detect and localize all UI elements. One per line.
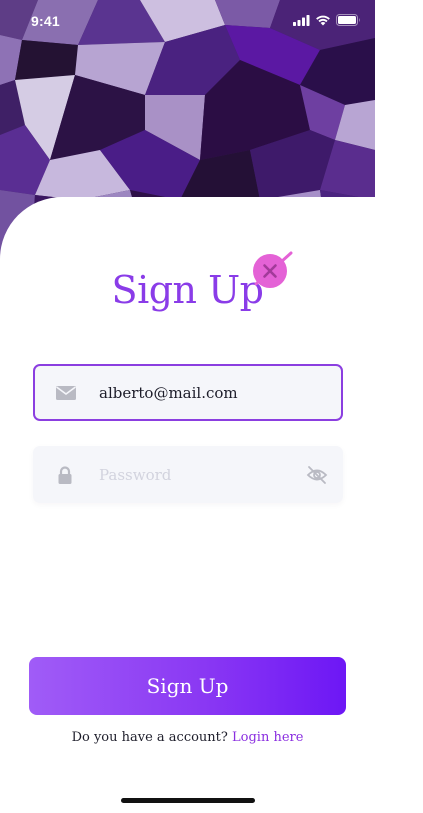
email-field[interactable] [33,364,343,421]
status-icons [293,14,361,26]
battery-icon [336,14,360,26]
password-field[interactable] [33,446,343,503]
lock-icon [58,465,72,484]
password-input[interactable] [99,447,289,502]
mail-icon [56,385,76,400]
close-icon [253,251,293,288]
status-bar: 9:41 [0,0,375,44]
sign-up-screen: 9:41 Sign Up alberto@mail.com Sign Up Do… [0,0,375,813]
email-input[interactable] [99,366,289,419]
login-prompt-text: Do you have a account? [71,730,228,745]
cellular-signal-icon [293,14,310,26]
sign-up-button[interactable]: Sign Up [29,657,346,715]
login-link[interactable]: Login here [232,730,303,745]
page-title: Sign Up [111,268,264,312]
wifi-icon [316,15,330,25]
eye-off-icon[interactable] [306,465,328,485]
title-area: Sign Up [0,251,375,332]
login-prompt: Do you have a account? Login here [0,730,375,745]
status-time: 9:41 [31,13,60,29]
home-indicator [121,798,255,803]
